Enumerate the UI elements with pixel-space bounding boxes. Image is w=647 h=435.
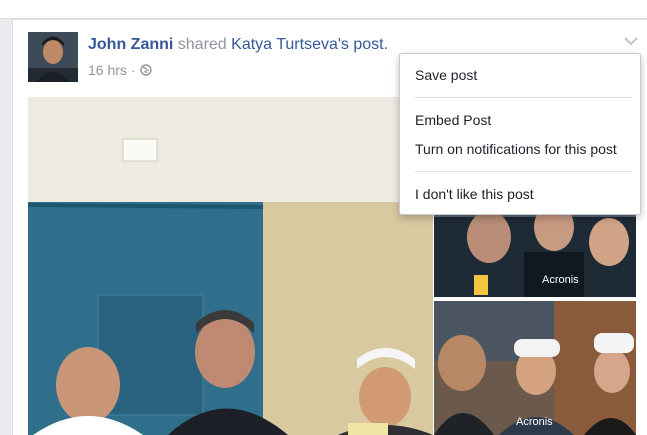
top-strip [0,0,647,19]
post-options-menu: Save post Embed Post Turn on notificatio… [399,53,641,215]
menu-item-embed-post[interactable]: Embed Post [415,112,491,128]
shared-verb: shared [177,36,227,53]
apron-logo-2: Acronis [516,416,553,428]
meta-separator: · [130,62,136,78]
post-meta: 16 hrs · [88,62,152,78]
menu-divider [415,171,632,172]
globe-icon[interactable] [139,64,152,76]
post-header: John Zanni shared Katya Turtseva's post. [88,36,388,54]
post-photo-main[interactable] [28,97,433,435]
menu-item-save-post[interactable]: Save post [415,67,477,83]
apron-logo-1: Acronis [542,274,579,286]
author-link[interactable]: John Zanni [88,36,173,53]
menu-item-turn-on-notifications[interactable]: Turn on notifications for this post [415,141,617,157]
avatar[interactable] [28,32,78,82]
menu-divider [415,97,632,98]
original-post-link[interactable]: Katya Turtseva's post. [231,36,388,53]
chevron-down-icon[interactable] [622,34,640,48]
menu-item-dont-like[interactable]: I don't like this post [415,186,534,202]
timestamp[interactable]: 16 hrs [88,62,127,78]
post-photo-3[interactable]: Acronis [434,301,636,435]
